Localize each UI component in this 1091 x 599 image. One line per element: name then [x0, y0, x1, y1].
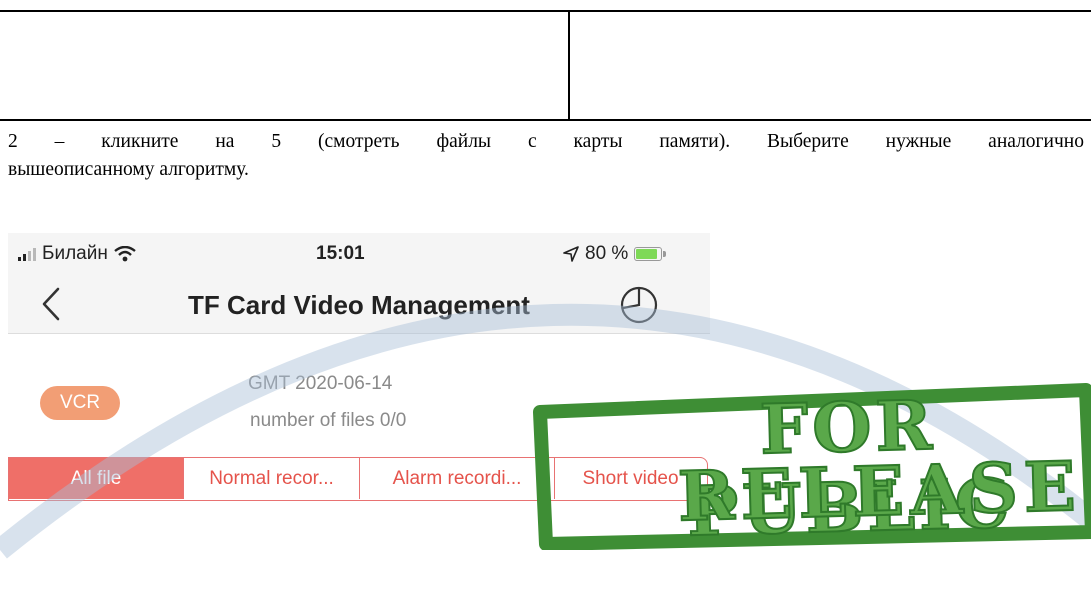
document-paragraph: 2 – кликните на 5 (смотреть файлы с карт…: [8, 128, 1084, 184]
phone-screenshot: Билайн 15:01 80 % TF Card Video Manageme…: [8, 233, 710, 599]
tab-normal-recording[interactable]: Normal recor...: [184, 458, 360, 499]
paragraph-line-1: 2 – кликните на 5 (смотреть файлы с карт…: [8, 131, 1084, 152]
status-bar: Билайн 15:01 80 %: [8, 233, 710, 275]
tab-short-video[interactable]: Short video: [555, 458, 706, 499]
file-count-label: number of files 0/0: [250, 410, 407, 431]
document-table: [0, 10, 1091, 121]
paragraph-line-2: вышеописанному алгоритму.: [8, 159, 249, 180]
navigation-bar: TF Card Video Management: [8, 275, 710, 334]
tab-alarm-recording[interactable]: Alarm recordi...: [360, 458, 555, 499]
vcr-badge: VCR: [40, 386, 120, 420]
date-label: GMT 2020-06-14: [248, 373, 393, 394]
wifi-icon: [114, 246, 136, 262]
location-arrow-icon: [563, 246, 579, 262]
battery-charging-icon: [634, 247, 667, 261]
storage-pie-icon[interactable]: [616, 281, 662, 327]
signal-icon: [18, 247, 36, 261]
tab-all-file[interactable]: All file: [9, 458, 184, 499]
status-time: 15:01: [316, 243, 365, 264]
battery-percent: 80 %: [585, 243, 629, 264]
carrier-name: Билайн: [42, 243, 108, 264]
table-cell-divider: [568, 12, 570, 119]
page-title: TF Card Video Management: [188, 290, 530, 320]
stamp-text-line-2: RELEASE: [676, 446, 1084, 539]
file-filter-tabs: All file Normal recor... Alarm recordi..…: [8, 457, 708, 501]
